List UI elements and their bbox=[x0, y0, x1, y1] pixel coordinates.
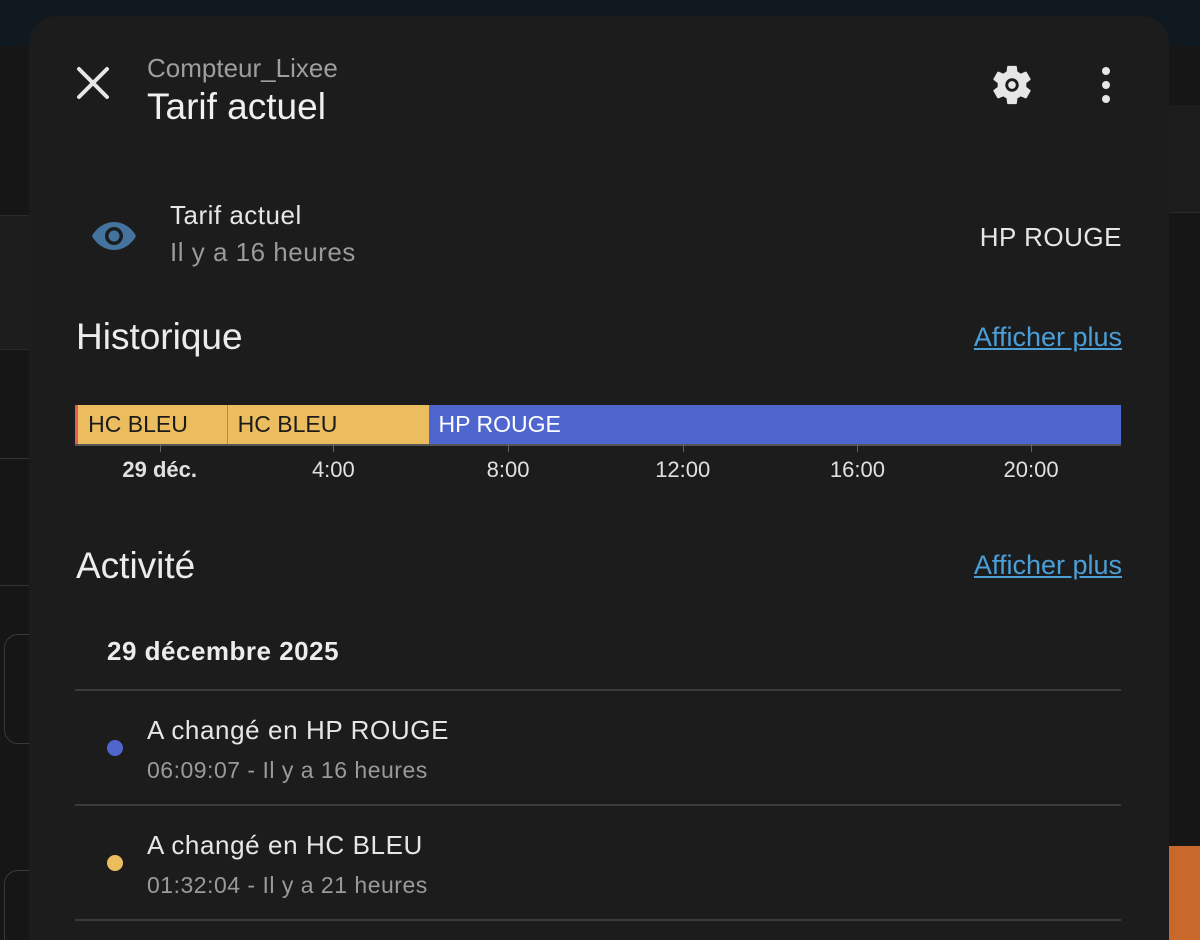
activity-entry-subtitle: 06:09:07 - Il y a 16 heures bbox=[147, 757, 428, 783]
activity-entry[interactable]: A changé en HP ROUGE 06:09:07 - Il y a 1… bbox=[75, 691, 1121, 805]
timeline-tick bbox=[1031, 444, 1033, 452]
close-button[interactable] bbox=[71, 61, 115, 105]
timeline-axis bbox=[75, 444, 1121, 446]
entity-name: Tarif actuel bbox=[170, 200, 302, 230]
timeline-tick-label: 4:00 bbox=[311, 457, 355, 482]
timeline-tick-label: 20:00 bbox=[1003, 457, 1059, 482]
dialog-title: Tarif actuel bbox=[147, 86, 326, 127]
dialog-subtitle: Compteur_Lixee bbox=[147, 53, 338, 83]
divider bbox=[75, 919, 1121, 921]
eye-icon bbox=[92, 222, 136, 250]
history-show-more-link[interactable]: Afficher plus bbox=[974, 322, 1122, 353]
activity-show-more-link[interactable]: Afficher plus bbox=[974, 550, 1122, 581]
timeline-segment[interactable]: HP ROUGE bbox=[428, 405, 1121, 444]
timeline-tick bbox=[857, 444, 859, 452]
timeline-tick-label: 29 déc. bbox=[122, 457, 198, 482]
activity-entry-title: A changé en HP ROUGE bbox=[147, 715, 450, 745]
gear-icon bbox=[993, 65, 1031, 105]
settings-button[interactable] bbox=[989, 62, 1035, 108]
entity-last-changed: Il y a 16 heures bbox=[170, 237, 356, 267]
timeline-tick bbox=[508, 444, 510, 452]
activity-entry-subtitle: 01:32:04 - Il y a 21 heures bbox=[147, 872, 428, 898]
timeline-tick bbox=[682, 444, 684, 452]
timeline-segment[interactable]: HC BLEU bbox=[226, 405, 429, 444]
timeline-tick-label: 16:00 bbox=[829, 457, 885, 482]
activity-heading: Activité bbox=[76, 545, 196, 586]
activity-entry-title: A changé en HC BLEU bbox=[147, 830, 423, 860]
status-dot bbox=[107, 740, 123, 756]
history-timeline[interactable]: HC BLEU HC BLEU HP ROUGE bbox=[75, 405, 1121, 444]
timeline-tick-label: 8:00 bbox=[486, 457, 530, 482]
more-info-dialog: Compteur_Lixee Tarif actuel Tarif actuel… bbox=[29, 16, 1169, 940]
more-vertical-icon bbox=[1102, 67, 1110, 103]
timeline-tick-label: 12:00 bbox=[655, 457, 711, 482]
more-options-button[interactable] bbox=[1089, 62, 1123, 108]
status-dot bbox=[107, 855, 123, 871]
close-icon bbox=[77, 67, 109, 99]
timeline-segment[interactable]: HC BLEU bbox=[78, 405, 227, 444]
history-heading: Historique bbox=[76, 316, 243, 357]
background-accent-block bbox=[1168, 846, 1200, 940]
timeline-tick bbox=[333, 444, 335, 452]
activity-entry[interactable]: A changé en HC BLEU 01:32:04 - Il y a 21… bbox=[75, 806, 1121, 920]
entity-state: HP ROUGE bbox=[979, 222, 1122, 252]
timeline-tick bbox=[159, 444, 161, 452]
activity-date-header: 29 décembre 2025 bbox=[107, 636, 340, 666]
